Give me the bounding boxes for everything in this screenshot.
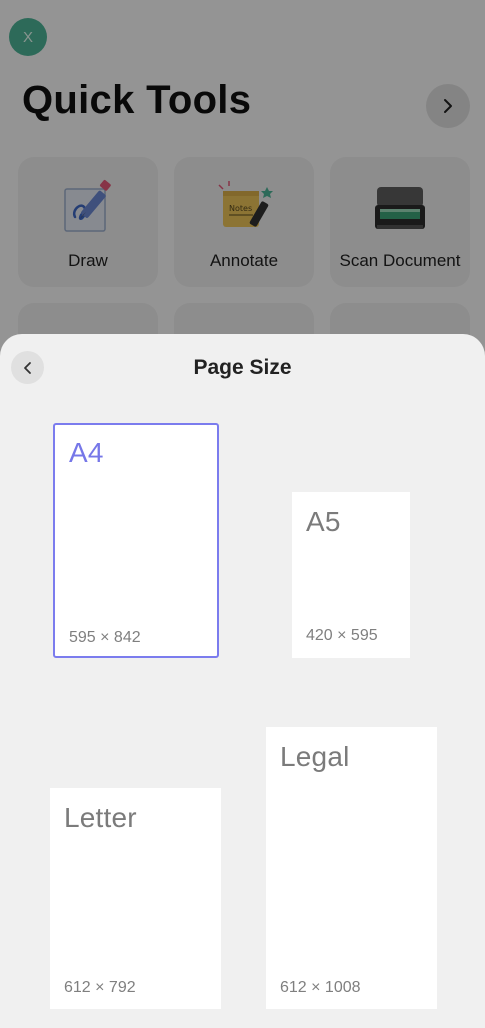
- page-size-option-a5[interactable]: A5 420 × 595: [292, 492, 410, 658]
- page-size-name: Letter: [64, 802, 137, 833]
- page-size-sheet: Page Size A4 595 × 842 A5 420 × 595 Lett…: [0, 334, 485, 1028]
- page-size-option-a4[interactable]: A4 595 × 842: [53, 423, 219, 658]
- page-size-dimensions: 612 × 1008: [280, 979, 361, 996]
- page-size-name: A5: [306, 506, 341, 537]
- page-size-name: A4: [69, 437, 104, 468]
- page-size-name: Legal: [280, 741, 350, 772]
- page-size-option-legal[interactable]: Legal 612 × 1008: [266, 727, 437, 1009]
- page-size-dimensions: 420 × 595: [306, 627, 378, 644]
- page-size-dimensions: 595 × 842: [69, 629, 141, 646]
- page-size-option-letter[interactable]: Letter 612 × 792: [50, 788, 221, 1009]
- page-size-dimensions: 612 × 792: [64, 979, 136, 996]
- sheet-title: Page Size: [193, 356, 292, 379]
